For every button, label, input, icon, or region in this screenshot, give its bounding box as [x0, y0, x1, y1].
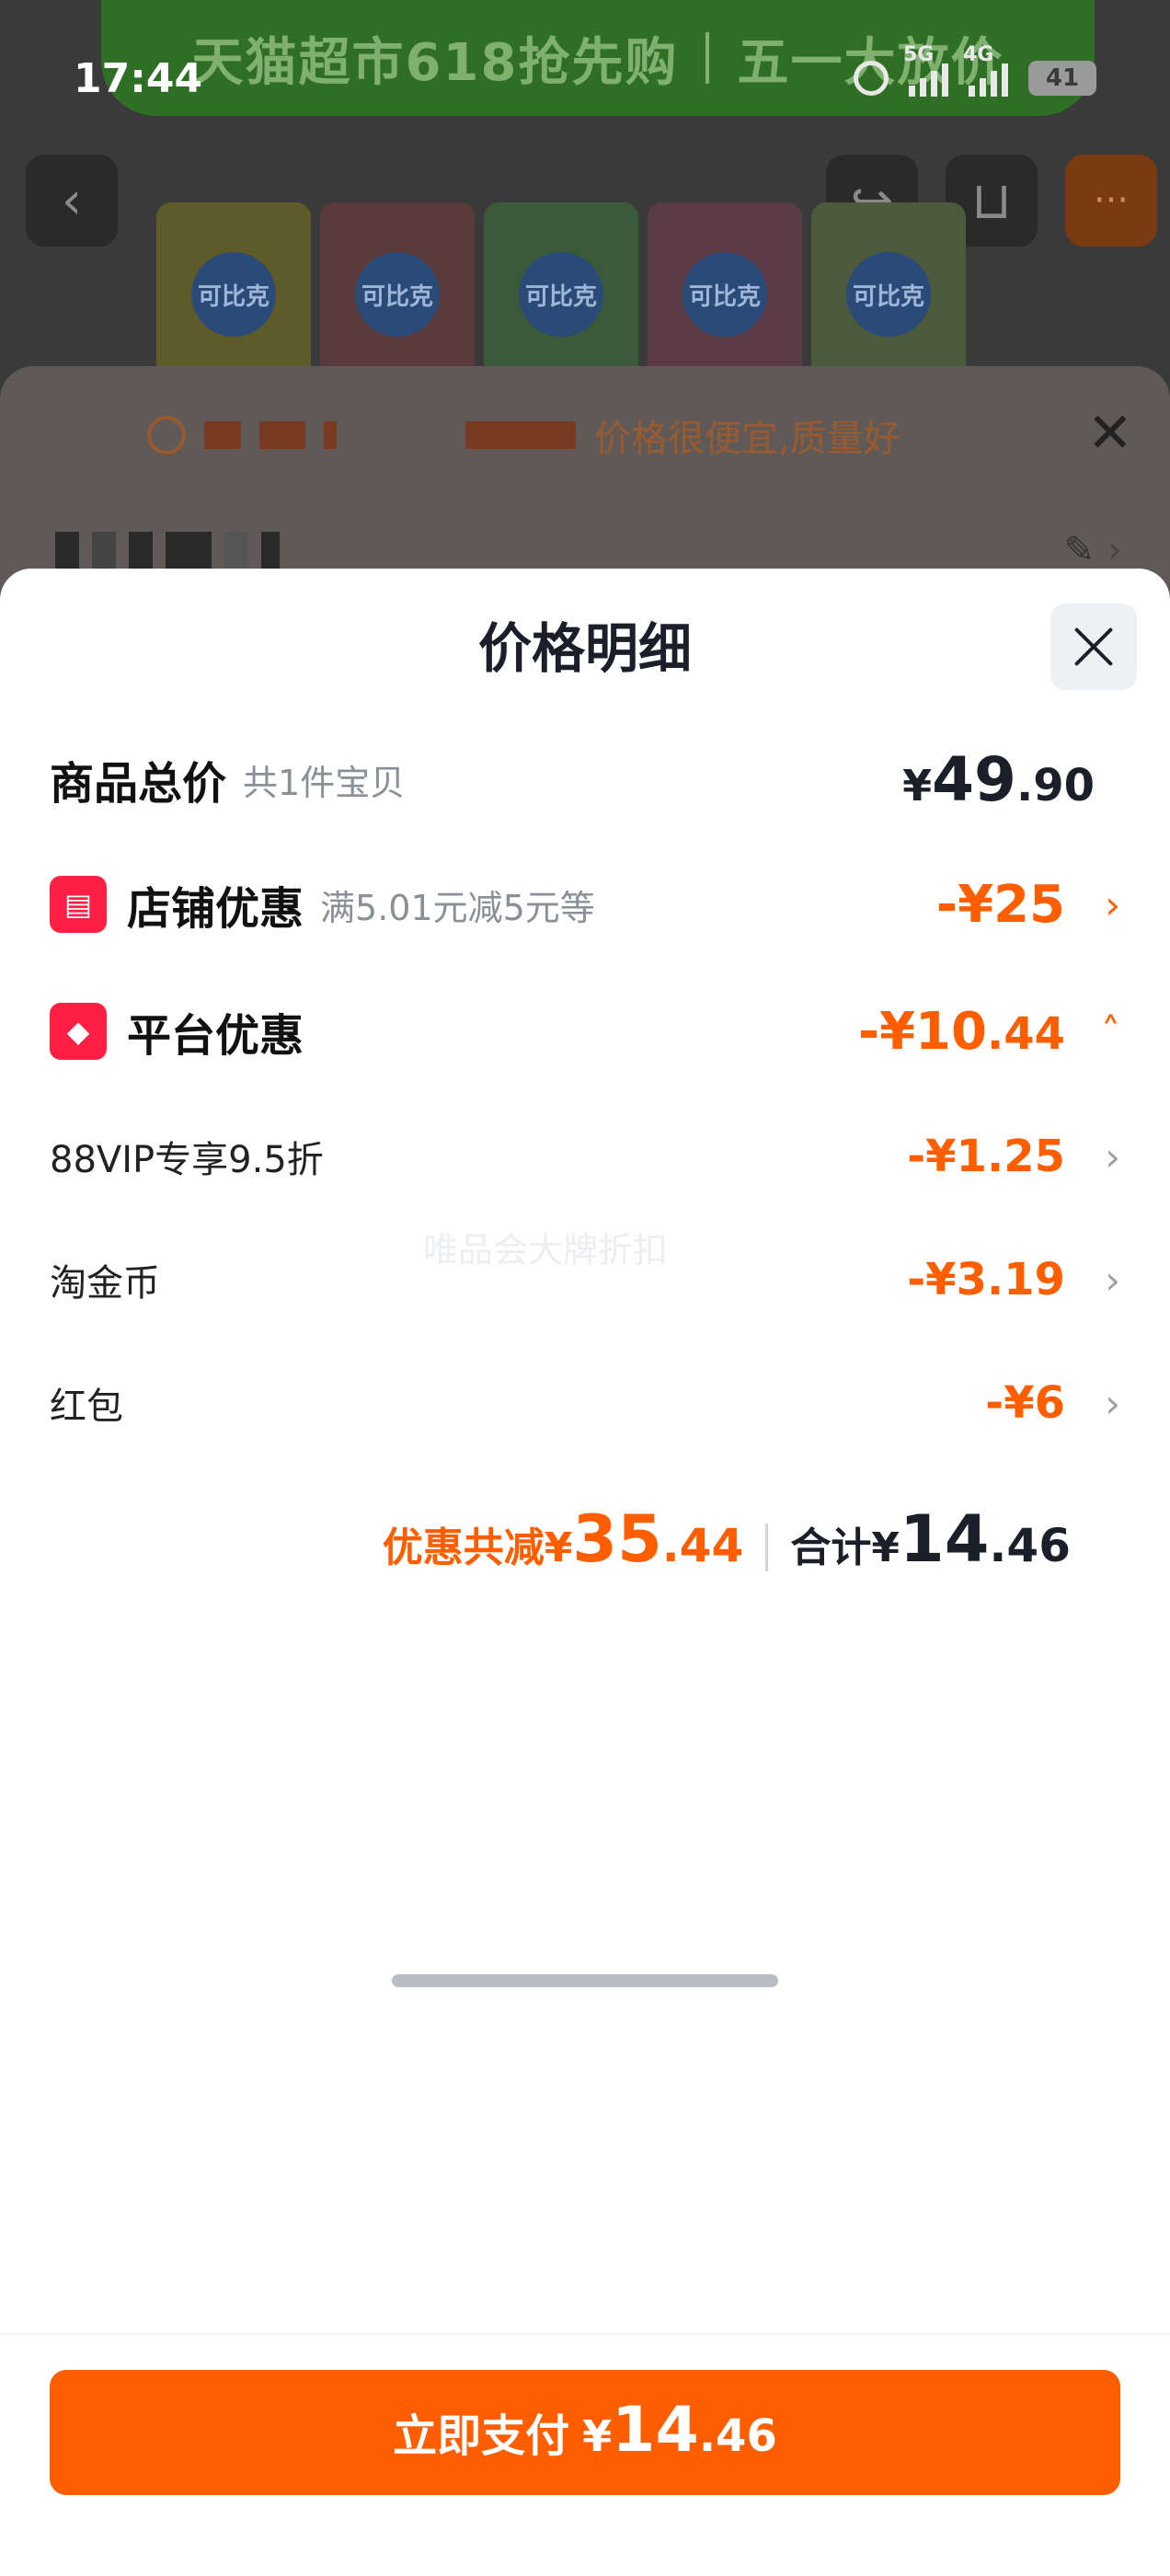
pay-button-currency: ¥	[582, 2411, 613, 2461]
discount-item-label: 88VIP专享9.5折	[50, 1139, 324, 1181]
platform-discount-amount: -¥10 .44	[857, 1001, 1065, 1062]
discount-total-dec: .44	[661, 1519, 744, 1572]
status-icons: 5G 4G 41	[854, 43, 1096, 97]
shop-discount-row[interactable]: ▤ 店铺优惠 满5.01元减5元等 -¥25 ›	[50, 863, 1120, 946]
platform-discount-row[interactable]: ◆ 平台优惠 -¥10 .44 ˄	[50, 990, 1120, 1073]
discount-total-label: 优惠共减¥	[382, 1524, 573, 1571]
edit-icon[interactable]: ✎	[1063, 529, 1095, 571]
chevron-right-icon[interactable]: ›	[1065, 1381, 1120, 1426]
close-icon[interactable]: ✕	[1087, 401, 1133, 466]
redacted-text	[204, 421, 241, 449]
shop-discount-amount: -¥25	[935, 874, 1065, 935]
more-icon[interactable]: ···	[1065, 155, 1157, 247]
chevron-right-icon[interactable]: ›	[1065, 882, 1120, 927]
grand-total-dec: .46	[989, 1519, 1071, 1572]
product-bag: 可比克	[811, 202, 966, 386]
redacted-text	[92, 532, 116, 569]
discount-item-row[interactable]: 红包 -¥6 ›	[50, 1362, 1120, 1444]
close-button[interactable]	[1050, 604, 1137, 690]
summary-divider	[765, 1524, 769, 1571]
brand-logo: 可比克	[519, 252, 603, 337]
product-page-background: 天猫超市618抢先购 五一大放价 17:44 5G 4G 41 ‹ ↪ ⊔ ··…	[0, 0, 1170, 644]
product-image: 可比克 可比克 可比克 可比克 可比克	[156, 202, 966, 386]
product-bag: 可比克	[648, 202, 802, 386]
back-icon[interactable]: ‹	[26, 155, 118, 247]
redacted-text	[324, 421, 337, 449]
chevron-right-icon[interactable]: ›	[1107, 529, 1122, 571]
signal-5g-icon: 5G	[903, 43, 948, 97]
chat-icon	[147, 416, 186, 454]
review-text: 价格很便宜,质量好	[594, 418, 900, 460]
brand-logo: 可比克	[191, 252, 276, 337]
redacted-text	[224, 532, 248, 569]
brand-logo: 可比克	[355, 252, 440, 337]
battery-icon: 41	[1028, 61, 1096, 96]
chevron-up-icon[interactable]: ˄	[1065, 1009, 1120, 1054]
brand-logo: 可比克	[846, 252, 931, 337]
goods-total-amount: ¥ 49 .90	[902, 743, 1095, 815]
home-indicator[interactable]	[392, 1974, 778, 1987]
signal-4g-icon: 4G	[963, 43, 1008, 97]
redacted-text	[259, 421, 305, 449]
product-bag: 可比克	[484, 202, 638, 386]
price-detail-sheet: 价格明细 商品总价 共1件宝贝 ¥ 49 .90 ▤ 店铺优惠 满5.01元减5…	[0, 569, 1170, 2576]
product-bag: 可比克	[320, 202, 475, 386]
redacted-text	[465, 421, 576, 449]
chevron-right-icon[interactable]: ›	[1065, 1134, 1120, 1179]
sheet-title: 价格明细	[477, 617, 692, 680]
shop-icon: ▤	[50, 876, 107, 933]
pay-button-dec: .46	[698, 2410, 777, 2462]
pay-button-label: 立即支付	[393, 2410, 570, 2462]
tag-icon: ◆	[50, 1003, 107, 1060]
watermark-text: 唯品会大牌折扣	[423, 1230, 669, 1271]
status-time: 17:44	[74, 54, 203, 102]
discount-item-label: 淘金币	[50, 1262, 160, 1305]
discount-item-amount: -¥6	[985, 1377, 1065, 1429]
discount-item-label: 红包	[50, 1386, 123, 1428]
chevron-right-icon[interactable]: ›	[1065, 1258, 1120, 1303]
pay-button-int: 14	[612, 2394, 699, 2467]
grand-total-label: 合计¥	[790, 1524, 900, 1571]
alarm-icon	[854, 61, 889, 96]
bottom-bar: 立即支付 ¥ 14 .46	[0, 2333, 1170, 2576]
discount-item-row[interactable]: 88VIP专享9.5折 -¥1.25 ›	[50, 1115, 1120, 1198]
status-bar: 17:44 5G 4G 41	[0, 37, 1170, 120]
shop-discount-rule: 满5.01元减5元等	[320, 887, 595, 928]
discount-total-int: 35	[572, 1501, 662, 1577]
product-bag: 可比克	[156, 202, 311, 386]
redacted-text	[129, 532, 153, 569]
goods-total-row: 商品总价 共1件宝贝 ¥ 49 .90	[50, 738, 1120, 821]
goods-count: 共1件宝贝	[243, 762, 406, 803]
grand-total-int: 14	[900, 1501, 990, 1577]
pay-now-button[interactable]: 立即支付 ¥ 14 .46	[50, 2370, 1120, 2495]
close-icon	[1073, 627, 1114, 667]
redacted-text	[55, 532, 79, 569]
goods-total-label: 商品总价	[50, 758, 227, 810]
discount-item-amount: -¥1.25	[907, 1131, 1065, 1182]
discount-item-amount: -¥3.19	[907, 1254, 1065, 1305]
price-summary: 优惠共减¥ 35 .44 合计¥ 14 .46	[0, 1501, 1071, 1593]
platform-discount-label: 平台优惠	[127, 1010, 304, 1062]
brand-logo: 可比克	[682, 252, 767, 337]
review-banner: 价格很便宜,质量好	[147, 403, 1067, 467]
shop-discount-label: 店铺优惠	[127, 883, 304, 935]
redacted-text	[261, 532, 280, 569]
redacted-text	[166, 532, 212, 569]
